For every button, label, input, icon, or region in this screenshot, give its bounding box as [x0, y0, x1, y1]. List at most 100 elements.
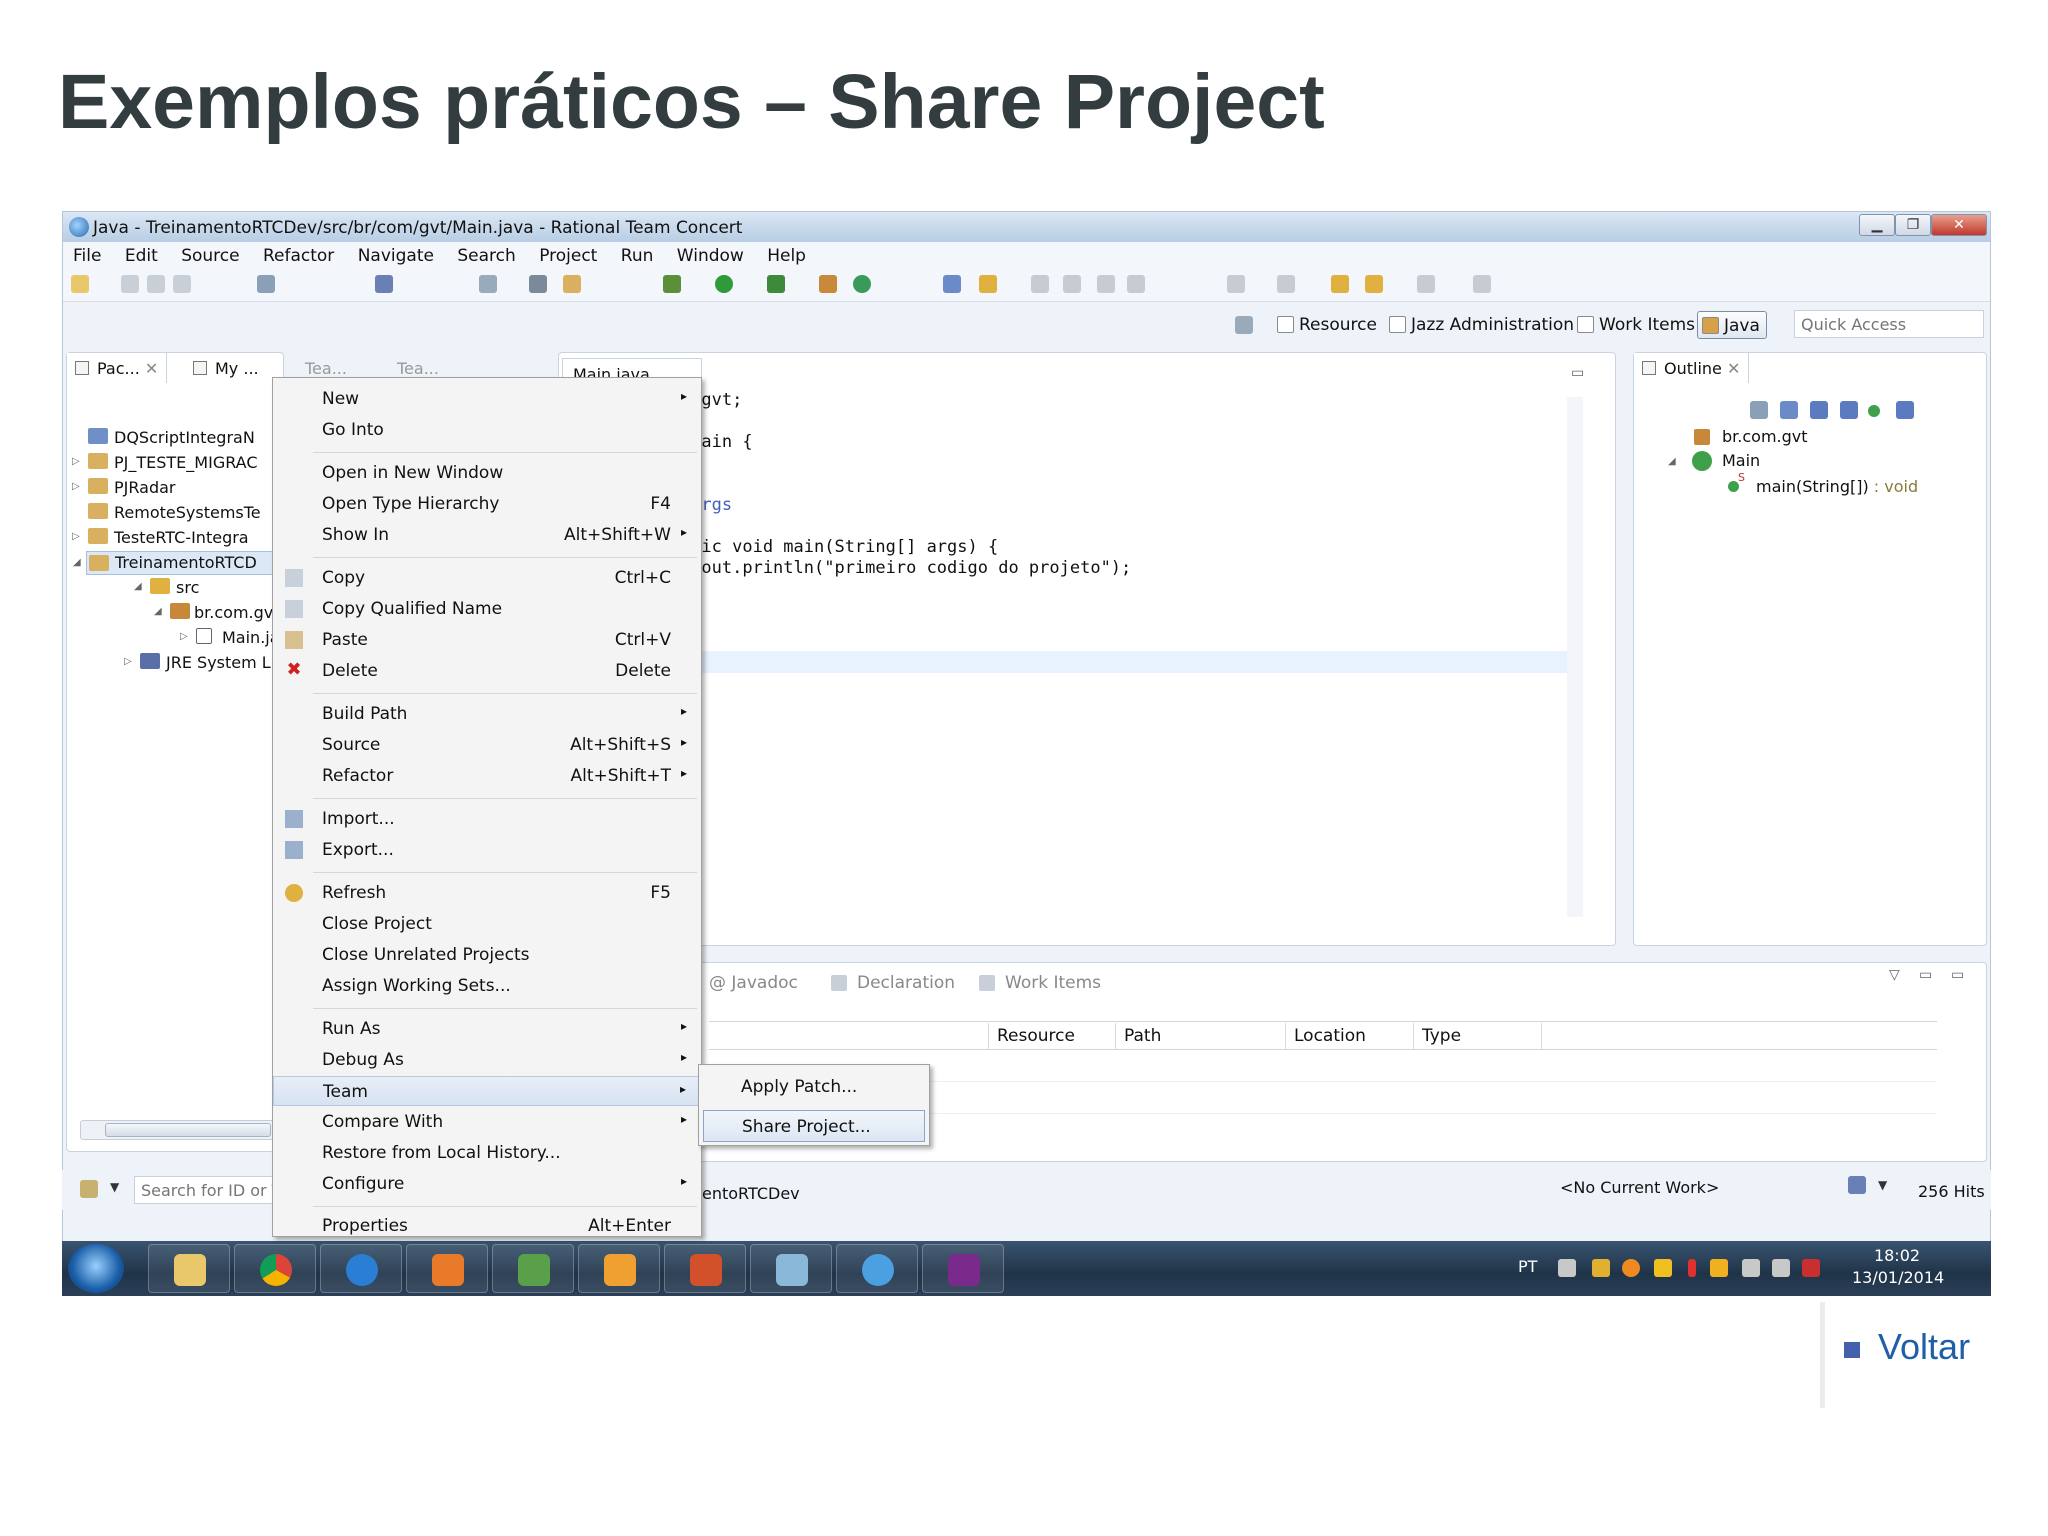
collapse-icon[interactable]: ◢ [73, 557, 81, 568]
view-menu-icon[interactable]: ▽ [1889, 967, 1900, 983]
prev-annotation-icon[interactable] [1277, 275, 1295, 293]
taskbar-network[interactable] [836, 1244, 918, 1293]
menu-item-share-project[interactable]: Share Project... [703, 1110, 925, 1142]
expand-icon[interactable]: ▷ [72, 531, 80, 542]
print-icon[interactable] [173, 275, 191, 293]
back-link[interactable]: Voltar [1878, 1326, 1970, 1368]
run-icon[interactable] [715, 275, 733, 293]
open-perspective-icon[interactable] [1235, 316, 1253, 334]
menu-item-open-new-window[interactable]: Open in New Window [273, 458, 701, 488]
tab-package-explorer[interactable]: Pac... ✕ [67, 353, 168, 383]
taskbar-media[interactable] [406, 1244, 488, 1293]
highlight-icon[interactable] [1063, 275, 1081, 293]
tree-item[interactable]: ▷ JRE System Lib [124, 653, 285, 672]
maximize-view-icon[interactable]: ▭ [1951, 967, 1964, 983]
taskbar-chrome[interactable] [234, 1244, 316, 1293]
menu-file[interactable]: File [73, 246, 101, 266]
menu-item-configure[interactable]: Configure ▸ [273, 1169, 701, 1199]
menu-item-go-into[interactable]: Go Into [273, 415, 701, 445]
tray-update-icon[interactable] [1622, 1259, 1640, 1277]
pin-editor-icon[interactable] [1473, 275, 1491, 293]
outline-item-package[interactable]: br.com.gvt [1694, 427, 1808, 446]
perspective-resource[interactable]: Resource [1273, 311, 1383, 339]
menu-window[interactable]: Window [677, 246, 744, 266]
menu-item-show-in[interactable]: Show In Alt+Shift+W ▸ [273, 520, 701, 550]
column-path[interactable]: Path [1116, 1023, 1286, 1049]
new-icon[interactable] [71, 275, 89, 293]
column-location[interactable]: Location [1286, 1023, 1414, 1049]
menu-item-properties[interactable]: Properties Alt+Enter [273, 1211, 701, 1241]
tree-item[interactable]: ◢ src [134, 578, 199, 597]
perspective-java[interactable]: Java [1697, 311, 1767, 339]
forward-icon[interactable] [1417, 275, 1435, 293]
save-icon[interactable] [121, 275, 139, 293]
debug-icon[interactable] [663, 275, 681, 293]
menu-item-open-type-hierarchy[interactable]: Open Type Hierarchy F4 [273, 489, 701, 519]
menu-item-copy-qualified-name[interactable]: Copy Qualified Name [273, 594, 701, 624]
menu-search[interactable]: Search [457, 246, 515, 266]
menu-item-refactor[interactable]: Refactor Alt+Shift+T ▸ [273, 761, 701, 791]
open-type-icon[interactable] [943, 275, 961, 293]
tree-item-selected[interactable]: ◢ TreinamentoRTCD [73, 551, 276, 575]
menu-run[interactable]: Run [621, 246, 654, 266]
search-icon[interactable] [979, 275, 997, 293]
taskbar-explorer[interactable] [148, 1244, 230, 1293]
tab-javadoc[interactable]: @ Javadoc [709, 973, 798, 993]
menu-item-import[interactable]: Import... [273, 804, 701, 834]
tree-item[interactable]: DQScriptIntegraN [88, 428, 255, 447]
menu-item-close-unrelated[interactable]: Close Unrelated Projects [273, 940, 701, 970]
menu-item-paste[interactable]: Paste Ctrl+V [273, 625, 701, 655]
hide-fields-icon[interactable] [1810, 401, 1828, 419]
perspective-jazz-admin[interactable]: Jazz Administration [1385, 311, 1580, 339]
tray-network-icon[interactable] [1772, 1259, 1790, 1277]
menu-project[interactable]: Project [539, 246, 597, 266]
menu-item-compare-with[interactable]: Compare With ▸ [273, 1107, 701, 1137]
save-all-icon[interactable] [147, 275, 165, 293]
back-icon[interactable] [1365, 275, 1383, 293]
terminal-icon[interactable] [257, 275, 275, 293]
paste-icon[interactable] [563, 275, 581, 293]
menu-item-apply-patch[interactable]: Apply Patch... [703, 1071, 925, 1103]
pin-icon[interactable] [375, 275, 393, 293]
menu-source[interactable]: Source [181, 246, 239, 266]
external-tools-icon[interactable] [819, 275, 837, 293]
hide-nonpublic-icon[interactable] [1868, 405, 1880, 417]
taskbar-window[interactable] [750, 1244, 832, 1293]
menu-item-new[interactable]: New ▸ [273, 384, 701, 414]
last-edit-icon[interactable] [1331, 275, 1349, 293]
expand-icon[interactable]: ▷ [72, 481, 80, 492]
camera-icon[interactable] [529, 275, 547, 293]
taskbar-ie[interactable] [320, 1244, 402, 1293]
expand-icon[interactable]: ▷ [72, 456, 80, 467]
tab-outline[interactable]: Outline ✕ [1634, 353, 1750, 383]
outline-item-method[interactable]: Smain(String[]) : void [1728, 471, 1918, 496]
annotation-icon[interactable] [1031, 275, 1049, 293]
taskbar-java-ide[interactable] [922, 1244, 1004, 1293]
taskbar-outlook[interactable] [578, 1244, 660, 1293]
menu-item-export[interactable]: Export... [273, 835, 701, 865]
maximize-editor-icon[interactable]: ▭ [1571, 365, 1584, 381]
current-work[interactable]: <No Current Work> [1560, 1178, 1719, 1197]
new-java-class-icon[interactable] [853, 275, 871, 293]
block-selection-icon[interactable] [1097, 275, 1115, 293]
coverage-icon[interactable] [767, 275, 785, 293]
column-type[interactable]: Type [1414, 1023, 1542, 1049]
expand-icon[interactable]: ▷ [124, 656, 132, 667]
close-tab-icon[interactable]: ✕ [145, 359, 158, 378]
minimize-button[interactable]: ▁ [1859, 214, 1895, 236]
outline-item-class[interactable]: ◢ Main [1668, 451, 1760, 471]
close-tab-icon[interactable]: ✕ [1727, 359, 1740, 378]
hide-static-icon[interactable] [1840, 401, 1858, 419]
column-resource[interactable]: Resource [988, 1023, 1116, 1049]
dropdown-icon[interactable]: ▼ [1878, 1178, 1887, 1192]
new-work-item-icon[interactable] [479, 275, 497, 293]
whitespace-icon[interactable] [1127, 275, 1145, 293]
collapse-icon[interactable]: ◢ [154, 606, 162, 617]
collapse-icon[interactable]: ◢ [134, 581, 142, 592]
next-annotation-icon[interactable] [1227, 275, 1245, 293]
tray-device-icon[interactable] [1742, 1259, 1760, 1277]
collapse-icon[interactable]: ◢ [1668, 456, 1676, 467]
menu-edit[interactable]: Edit [125, 246, 158, 266]
menu-item-run-as[interactable]: Run As ▸ [273, 1014, 701, 1044]
menu-item-build-path[interactable]: Build Path ▸ [273, 699, 701, 729]
